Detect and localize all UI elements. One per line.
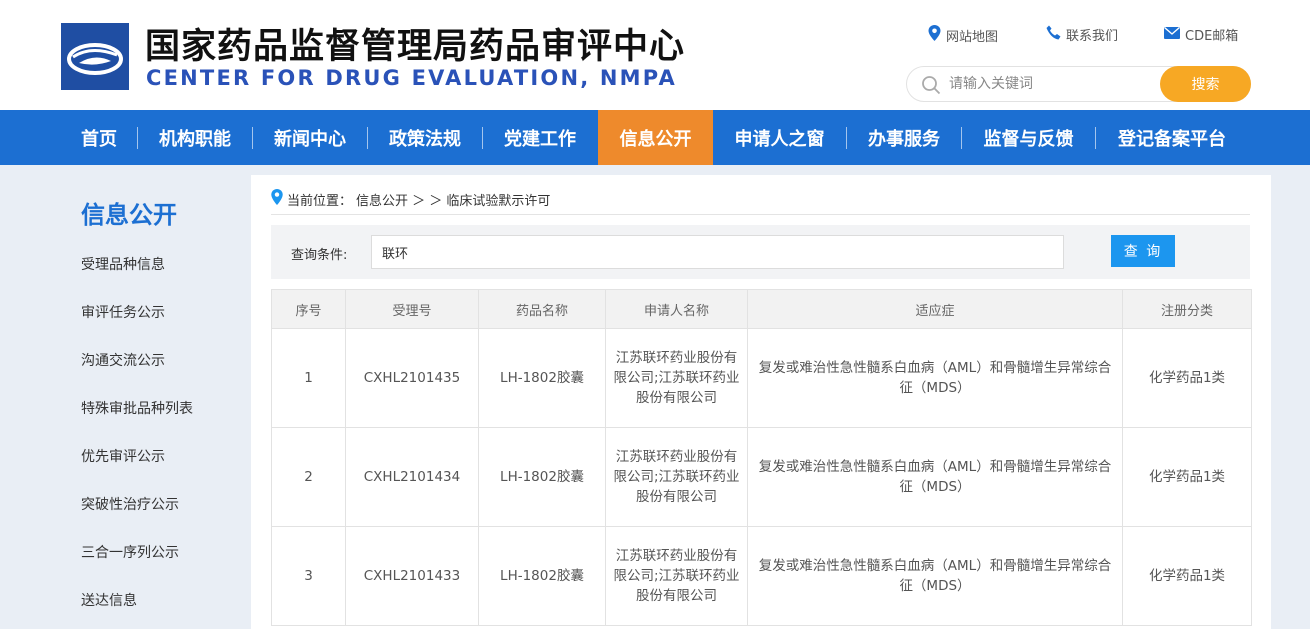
site-search: 搜索 (906, 66, 1251, 102)
cell-index: 1 (271, 328, 346, 428)
contact-link[interactable]: 联系我们 (1046, 25, 1118, 44)
nav-item-registration-platform[interactable]: 登记备案平台 (1096, 110, 1248, 165)
nav-item-news[interactable]: 新闻中心 (253, 110, 367, 165)
query-label: 查询条件: (291, 248, 348, 263)
query-input[interactable] (371, 235, 1064, 269)
breadcrumb-divider (271, 214, 1250, 215)
cell-registration-class: 化学药品1类 (1122, 427, 1252, 527)
cell-index: 2 (271, 427, 346, 527)
mail-icon (1164, 26, 1180, 43)
nav-item-policies[interactable]: 政策法规 (368, 110, 482, 165)
sidebar-item-communication[interactable]: 沟通交流公示 (81, 350, 165, 370)
cell-registration-class: 化学药品1类 (1122, 526, 1252, 626)
nav-item-functions[interactable]: 机构职能 (138, 110, 252, 165)
search-icon (921, 75, 941, 99)
col-header-indication: 适应症 (747, 289, 1123, 329)
table-row: 1 CXHL2101435 LH-1802胶囊 江苏联环药业股份有限公司;江苏联… (271, 328, 1252, 428)
sidebar-item-accepted-varieties[interactable]: 受理品种信息 (81, 254, 165, 274)
results-table: 序号 受理号 药品名称 申请人名称 适应症 注册分类 1 CXHL2101435… (271, 289, 1252, 626)
col-header-registration-class: 注册分类 (1122, 289, 1252, 329)
cell-registration-class: 化学药品1类 (1122, 328, 1252, 428)
sitemap-link[interactable]: 网站地图 (928, 25, 998, 45)
cell-applicant: 江苏联环药业股份有限公司;江苏联环药业股份有限公司 (605, 427, 748, 527)
sidebar-item-three-in-one[interactable]: 三合一序列公示 (81, 542, 179, 562)
sidebar-item-special-approval[interactable]: 特殊审批品种列表 (81, 398, 193, 418)
mail-link[interactable]: CDE邮箱 (1164, 25, 1238, 44)
cell-indication: 复发或难治性急性髓系白血病（AML）和骨髓增生异常综合征（MDS） (747, 328, 1123, 428)
table-row: 2 CXHL2101434 LH-1802胶囊 江苏联环药业股份有限公司;江苏联… (271, 427, 1252, 527)
table-header-row: 序号 受理号 药品名称 申请人名称 适应症 注册分类 (271, 289, 1252, 329)
query-button[interactable]: 查 询 (1111, 235, 1175, 267)
mail-label: CDE邮箱 (1185, 29, 1239, 44)
cell-applicant: 江苏联环药业股份有限公司;江苏联环药业股份有限公司 (605, 328, 748, 428)
cell-index: 3 (271, 526, 346, 626)
breadcrumb-path[interactable]: 信息公开 ＞ ＞ 临床试验默示许可 (356, 190, 550, 209)
cell-acceptance-no: CXHL2101434 (345, 427, 479, 527)
cell-acceptance-no: CXHL2101435 (345, 328, 479, 428)
cell-applicant: 江苏联环药业股份有限公司;江苏联环药业股份有限公司 (605, 526, 748, 626)
cde-logo[interactable] (61, 23, 129, 90)
sidebar-item-review-tasks[interactable]: 审评任务公示 (81, 302, 165, 322)
col-header-applicant: 申请人名称 (605, 289, 748, 329)
breadcrumb: 当前位置： 信息公开 ＞ ＞ 临床试验默示许可 (271, 189, 550, 209)
sidebar-item-delivery[interactable]: 送达信息 (81, 590, 137, 610)
map-pin-icon (928, 25, 941, 45)
query-panel: 查询条件: 查 询 (271, 225, 1250, 279)
nav-item-supervision[interactable]: 监督与反馈 (962, 110, 1095, 165)
sidebar: 信息公开 受理品种信息 审评任务公示 沟通交流公示 特殊审批品种列表 优先审评公… (61, 175, 251, 629)
sidebar-item-breakthrough[interactable]: 突破性治疗公示 (81, 494, 179, 514)
nav-item-party[interactable]: 党建工作 (483, 110, 597, 165)
table-row: 3 CXHL2101433 LH-1802胶囊 江苏联环药业股份有限公司;江苏联… (271, 526, 1252, 626)
col-header-index: 序号 (271, 289, 346, 329)
cell-acceptance-no: CXHL2101433 (345, 526, 479, 626)
location-pin-icon (271, 189, 283, 209)
nav-item-services[interactable]: 办事服务 (847, 110, 961, 165)
cell-drug-name: LH-1802胶囊 (478, 526, 606, 626)
sidebar-item-priority-review[interactable]: 优先审评公示 (81, 446, 165, 466)
phone-icon (1046, 25, 1061, 44)
site-header: 国家药品监督管理局药品审评中心 CENTER FOR DRUG EVALUATI… (0, 0, 1310, 110)
contact-label: 联系我们 (1066, 29, 1119, 44)
col-header-drug-name: 药品名称 (478, 289, 606, 329)
search-button[interactable]: 搜索 (1160, 66, 1251, 102)
cell-drug-name: LH-1802胶囊 (478, 328, 606, 428)
cell-drug-name: LH-1802胶囊 (478, 427, 606, 527)
site-title-en: CENTER FOR DRUG EVALUATION, NMPA (146, 66, 677, 90)
sitemap-label: 网站地图 (946, 29, 999, 45)
nav-item-home[interactable]: 首页 (61, 110, 137, 165)
search-input[interactable] (949, 73, 1149, 95)
sidebar-title: 信息公开 (81, 201, 177, 229)
cell-indication: 复发或难治性急性髓系白血病（AML）和骨髓增生异常综合征（MDS） (747, 427, 1123, 527)
cell-indication: 复发或难治性急性髓系白血病（AML）和骨髓增生异常综合征（MDS） (747, 526, 1123, 626)
nav-item-applicant-window[interactable]: 申请人之窗 (713, 110, 846, 165)
col-header-acceptance-no: 受理号 (345, 289, 479, 329)
nav-item-info-disclosure[interactable]: 信息公开 (598, 110, 713, 165)
breadcrumb-prefix: 当前位置： (287, 193, 353, 209)
main-content: 当前位置： 信息公开 ＞ ＞ 临床试验默示许可 查询条件: 查 询 序号 受理号… (251, 175, 1271, 629)
main-nav: 首页 机构职能 新闻中心 政策法规 党建工作 信息公开 申请人之窗 办事服务 监… (0, 110, 1310, 165)
site-title-cn: 国家药品监督管理局药品审评中心 (145, 27, 686, 67)
